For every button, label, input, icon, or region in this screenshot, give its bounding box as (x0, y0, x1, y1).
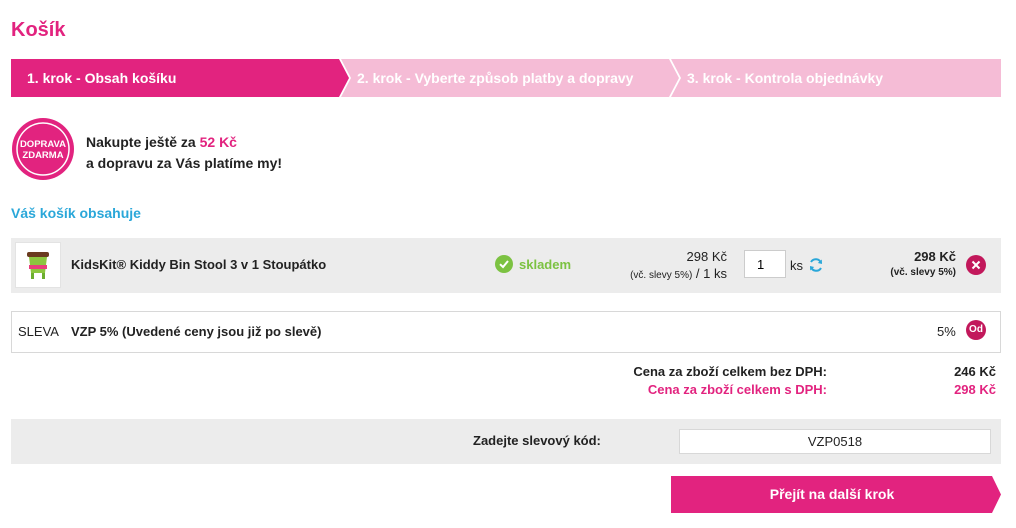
check-icon (495, 255, 513, 273)
step-2-label: 2. krok - Vyberte způsob platby a doprav… (357, 70, 634, 86)
discount-name: VZP 5% (Uvedené ceny jsou již po slevě) (71, 324, 322, 339)
badge-line2: ZDARMA (22, 150, 63, 161)
badge-line1: DOPRAVA (20, 139, 66, 150)
product-name-link[interactable]: KidsKit® Kiddy Bin Stool 3 v 1 Stoupátko (71, 257, 326, 272)
unit-price-note: (vč. slevy 5%) (630, 270, 693, 281)
total-price-note: (vč. slevy 5%) (890, 267, 956, 278)
product-thumbnail[interactable] (15, 242, 61, 288)
total-without-vat-label: Cena za zboží celkem bez DPH: (633, 364, 827, 379)
total-with-vat-label: Cena za zboží celkem s DPH: (647, 382, 827, 397)
free-shipping-message: Nakupte ještě za 52 Kč a dopravu za Vás … (86, 132, 282, 174)
coupon-row: Zadejte slevový kód: (11, 419, 1001, 464)
unit-price-value: 298 Kč (686, 249, 727, 264)
quantity-unit: ks (790, 258, 803, 273)
total-without-vat-value: 246 Kč (954, 364, 996, 379)
remove-discount-button[interactable]: Od (966, 320, 986, 340)
unit-price: 298 Kč (vč. slevy 5%) / 1 ks (630, 249, 727, 281)
remove-item-icon[interactable] (966, 255, 986, 275)
step-1-label: 1. krok - Obsah košíku (27, 70, 177, 86)
quantity-input[interactable] (744, 250, 786, 278)
discount-row: SLEVA VZP 5% (Uvedené ceny jsou již po s… (11, 311, 1001, 353)
free-shipping-badge-icon: DOPRAVA ZDARMA (12, 118, 74, 180)
coupon-input[interactable] (679, 429, 991, 454)
discount-label: SLEVA (18, 324, 59, 339)
item-total-price: 298 Kč (vč. slevy 5%) (890, 249, 956, 278)
cart-heading: Váš košík obsahuje (11, 205, 141, 221)
stock-text: skladem (519, 256, 572, 272)
product-image-icon (27, 252, 49, 279)
total-with-vat-value: 298 Kč (954, 382, 996, 397)
step-2[interactable]: 2. krok - Vyberte způsob platby a doprav… (341, 59, 679, 97)
promo-amount: 52 Kč (199, 134, 237, 150)
stock-status: skladem (495, 255, 571, 273)
checkout-steps: 1. krok - Obsah košíku 2. krok - Vyberte… (11, 59, 1001, 97)
refresh-icon[interactable] (808, 257, 824, 273)
step-3-label: 3. krok - Kontrola objednávky (687, 70, 884, 86)
step-3[interactable]: 3. krok - Kontrola objednávky (671, 59, 1001, 97)
promo-line-1: Nakupte ještě za 52 Kč (86, 132, 282, 153)
step-1[interactable]: 1. krok - Obsah košíku (11, 59, 349, 97)
promo-line-2: a dopravu za Vás platíme my! (86, 155, 283, 171)
next-step-label: Přejít na další krok (769, 486, 895, 502)
promo-prefix: Nakupte ještě za (86, 134, 200, 150)
page-title: Košík (11, 19, 66, 41)
unit-per: / 1 ks (692, 266, 727, 281)
coupon-label: Zadejte slevový kód: (473, 433, 601, 448)
discount-value: 5% (937, 324, 956, 339)
total-price-value: 298 Kč (914, 249, 956, 264)
cart-item-row: KidsKit® Kiddy Bin Stool 3 v 1 Stoupátko… (11, 238, 1001, 293)
next-step-button[interactable]: Přejít na další krok (671, 476, 1001, 513)
